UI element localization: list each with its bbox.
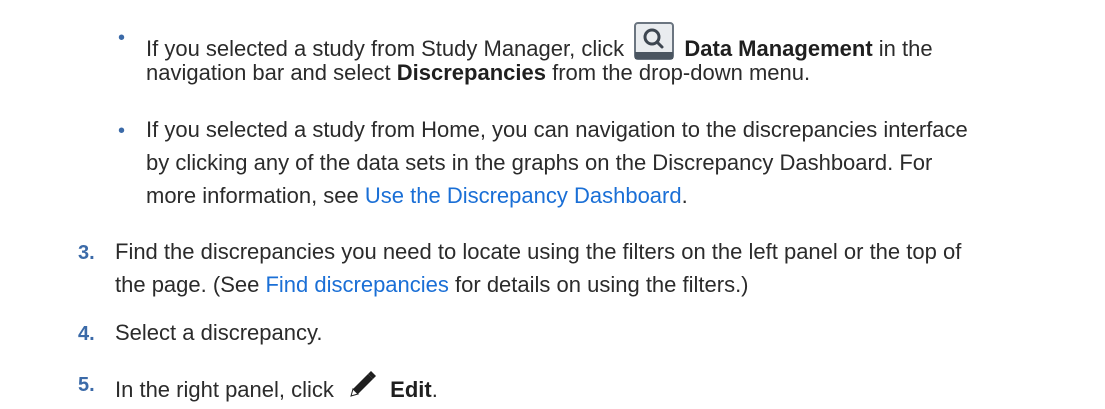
step-4-text: Select a discrepancy. (115, 320, 323, 345)
bullet-2-line-1: If you selected a study from Home, you c… (146, 117, 968, 142)
step-3-number: 3. (78, 242, 95, 264)
bullet-2-line-3-end: . (681, 183, 688, 208)
bullet-2-line-3: more information, see Use the Discrepanc… (146, 181, 688, 211)
step-3-line-2-start: the page. (See (115, 272, 260, 297)
step-5-text-end: . (431, 377, 438, 402)
bullet-1-line-2-start: navigation bar and select (146, 60, 391, 85)
bullet-2-line-2: by clicking any of the data sets in the … (146, 150, 933, 175)
bullet-2-line-3-start: more information, see (146, 183, 359, 208)
data-management-icon (634, 22, 675, 62)
step-5-number: 5. (78, 374, 95, 396)
step-5-line: In the right panel, click Edit. (115, 369, 438, 405)
edit-label: Edit (390, 377, 432, 402)
use-discrepancy-dashboard-link[interactable]: Use the Discrepancy Dashboard (365, 183, 682, 208)
step-5-text-start: In the right panel, click (115, 377, 334, 402)
step-3-line-1: Find the discrepancies you need to locat… (115, 239, 962, 264)
discrepancies-label: Discrepancies (396, 60, 546, 85)
bullet-1-text-end: in the (878, 36, 933, 61)
step-3-line-2-end: for details on using the filters.) (455, 272, 749, 297)
bullet-marker: • (118, 27, 126, 49)
step-4-number: 4. (78, 323, 95, 345)
bullet-marker: • (118, 120, 126, 142)
bullet-1-line-2: navigation bar and select Discrepancies … (146, 58, 810, 88)
pencil-icon (346, 369, 378, 401)
step-3-line-2: the page. (See Find discrepancies for de… (115, 270, 749, 300)
bullet-1-line-2-end: from the drop-down menu. (552, 60, 811, 85)
find-discrepancies-link[interactable]: Find discrepancies (265, 272, 448, 297)
